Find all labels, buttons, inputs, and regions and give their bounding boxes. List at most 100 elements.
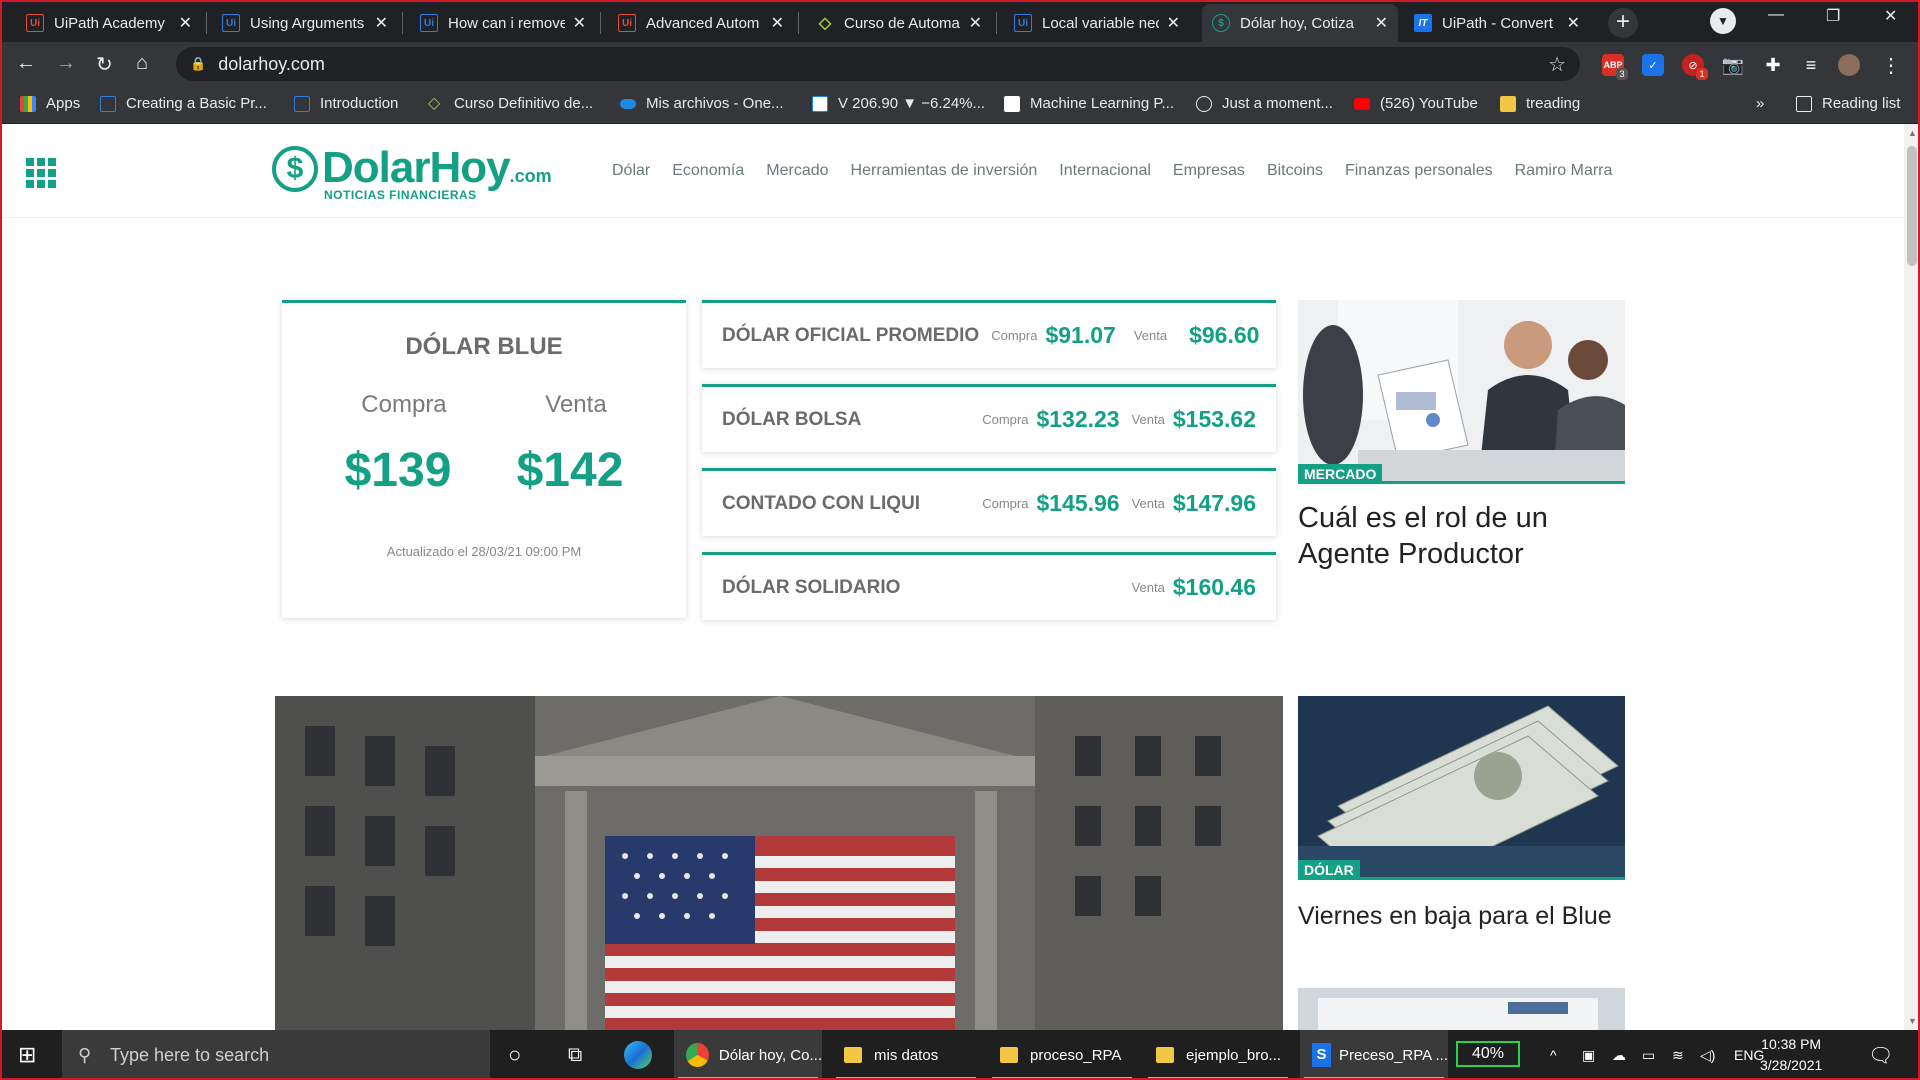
- quote-card-solidario[interactable]: DÓLAR SOLIDARIO Venta $160.46: [702, 552, 1276, 620]
- menu-item-mercado[interactable]: Mercado: [766, 162, 828, 180]
- tab-curso-automatizacion[interactable]: ◇ Curso de Automa ✕: [806, 4, 992, 42]
- uipath-icon: Ui: [618, 14, 636, 32]
- kebab-menu-icon[interactable]: ⋮: [1880, 54, 1902, 77]
- tab-uipath-convert[interactable]: IT UiPath - Convert ✕: [1404, 4, 1590, 42]
- scroll-up-icon[interactable]: ▲: [1908, 128, 1917, 138]
- new-tab-button[interactable]: +: [1608, 8, 1638, 38]
- notifications-icon[interactable]: 🗨: [1868, 1030, 1893, 1080]
- article-image-building[interactable]: [1298, 988, 1625, 1030]
- tab-using-arguments[interactable]: Ui Using Arguments ✕: [212, 4, 398, 42]
- home-icon[interactable]: ⌂: [136, 52, 148, 75]
- wifi-icon[interactable]: ≋: [1672, 1030, 1684, 1080]
- close-icon[interactable]: ✕: [969, 13, 982, 33]
- onedrive-cloud-icon[interactable]: ☁: [1612, 1030, 1626, 1080]
- chevron-up-icon[interactable]: ^: [1550, 1030, 1557, 1080]
- taskbar-search-input[interactable]: ⚲ Type here to search: [62, 1030, 490, 1080]
- bookmark-machine-learning[interactable]: Machine Learning P...: [1004, 95, 1174, 112]
- reading-list-button[interactable]: Reading list: [1796, 95, 1900, 112]
- diamond-icon: ◇: [818, 15, 832, 32]
- restore-button[interactable]: ❐: [1826, 6, 1840, 26]
- bookmark-youtube[interactable]: (526) YouTube: [1354, 95, 1478, 112]
- taskbar-folder-proceso-rpa[interactable]: proceso_RPA: [988, 1030, 1136, 1080]
- menu-item-herramientas[interactable]: Herramientas de inversión: [851, 162, 1038, 180]
- menu-item-empresas[interactable]: Empresas: [1173, 162, 1245, 180]
- taskbar-uipath-studio[interactable]: S Preceso_RPA ...: [1300, 1030, 1448, 1080]
- puzzle-extensions-icon[interactable]: ✚: [1762, 54, 1784, 76]
- bookmark-treading[interactable]: treading: [1500, 95, 1580, 112]
- bookmark-apps[interactable]: Apps: [20, 95, 80, 112]
- media-queue-icon[interactable]: ≡: [1800, 54, 1822, 76]
- category-tag[interactable]: DÓLAR: [1298, 860, 1360, 880]
- bookmarks-overflow-button[interactable]: »: [1756, 95, 1764, 112]
- bookmark-just-a-moment[interactable]: Just a moment...: [1196, 95, 1333, 112]
- address-bar[interactable]: 🔒 dolarhoy.com ☆: [176, 47, 1580, 81]
- bookmark-curso-definitivo[interactable]: ◇ Curso Definitivo de...: [428, 95, 593, 112]
- close-icon[interactable]: ✕: [375, 13, 388, 33]
- camera-icon[interactable]: 📷: [1722, 54, 1744, 76]
- device-icon[interactable]: ▣: [1582, 1030, 1595, 1080]
- bookmark-stock-ticker[interactable]: V 206.90 ▼ −6.24%...: [812, 95, 985, 112]
- bookmark-creating-basic[interactable]: Creating a Basic Pr...: [100, 95, 267, 112]
- task-view-icon[interactable]: ⧉: [568, 1030, 582, 1080]
- quote-card-bolsa[interactable]: DÓLAR BOLSA Compra $132.23 Venta $153.62: [702, 384, 1276, 452]
- tab-local-variable[interactable]: Ui Local variable nec ✕: [1004, 4, 1190, 42]
- tab-how-can-i-remove[interactable]: Ui How can i remove ✕: [410, 4, 596, 42]
- tab-title: How can i remove: [448, 14, 565, 32]
- bookmark-introduction[interactable]: Introduction: [294, 95, 398, 112]
- tab-dolar-hoy[interactable]: $ Dólar hoy, Cotiza ✕: [1202, 4, 1398, 42]
- profile-avatar[interactable]: [1838, 54, 1860, 76]
- scrollbar-thumb[interactable]: [1907, 146, 1917, 266]
- tab-advanced-automation[interactable]: Ui Advanced Autom ✕: [608, 4, 794, 42]
- quote-card-oficial[interactable]: DÓLAR OFICIAL PROMEDIO Compra $91.07 Ven…: [702, 300, 1276, 368]
- close-icon[interactable]: ✕: [573, 13, 586, 33]
- tab-search-button[interactable]: ▼: [1710, 8, 1736, 34]
- article-image-meeting[interactable]: MERCADO: [1298, 300, 1625, 484]
- edge-browser-icon[interactable]: [624, 1030, 652, 1080]
- checkmark-extension-icon[interactable]: ✓: [1642, 54, 1664, 76]
- uipath-icon: [294, 95, 310, 112]
- taskbar-chrome-dolarhoy[interactable]: Dólar hoy, Co...: [674, 1030, 822, 1080]
- battery-icon[interactable]: ▭: [1642, 1030, 1655, 1080]
- close-icon[interactable]: ✕: [1167, 13, 1180, 33]
- tab-uipath-academy[interactable]: Ui UiPath Academy ✕: [16, 4, 202, 42]
- cortana-icon[interactable]: ○: [508, 1030, 521, 1080]
- system-clock[interactable]: 10:38 PM 3/28/2021: [1760, 1034, 1822, 1076]
- menu-item-dolar[interactable]: Dólar: [612, 162, 650, 180]
- close-icon[interactable]: ✕: [1375, 13, 1388, 33]
- taskbar-folder-mis-datos[interactable]: mis datos: [832, 1030, 980, 1080]
- article-title[interactable]: Viernes en baja para el Blue: [1298, 898, 1625, 934]
- menu-item-ramiro-marra[interactable]: Ramiro Marra: [1515, 162, 1613, 180]
- site-logo[interactable]: $ DolarHoy.com NOTICIAS FINANCIERAS: [272, 146, 552, 206]
- minimize-button[interactable]: —: [1768, 6, 1784, 24]
- taskbar-folder-ejemplo[interactable]: ejemplo_bro...: [1144, 1030, 1292, 1080]
- article-card-agente[interactable]: MERCADO Cuál es el rol de un Agente Prod…: [1298, 300, 1625, 572]
- hero-image-nyse[interactable]: [275, 696, 1283, 1030]
- article-card-partial[interactable]: [1298, 988, 1625, 1030]
- quote-card-ccl[interactable]: CONTADO CON LIQUI Compra $145.96 Venta $…: [702, 468, 1276, 536]
- close-icon[interactable]: ✕: [771, 13, 784, 33]
- dolar-blue-card[interactable]: DÓLAR BLUE Compra Venta $139 $142 Actual…: [282, 300, 686, 618]
- menu-item-bitcoins[interactable]: Bitcoins: [1267, 162, 1323, 180]
- forward-arrow-icon[interactable]: →: [56, 52, 76, 75]
- page-scrollbar[interactable]: ▲ ▼: [1904, 124, 1920, 1030]
- close-icon[interactable]: ✕: [1567, 13, 1580, 33]
- close-icon[interactable]: ✕: [179, 13, 192, 33]
- reload-icon[interactable]: ↻: [96, 52, 113, 77]
- menu-item-finanzas[interactable]: Finanzas personales: [1345, 162, 1493, 180]
- battery-indicator[interactable]: 40%: [1456, 1041, 1520, 1067]
- article-title[interactable]: Cuál es el rol de un Agente Productor: [1298, 500, 1625, 572]
- url-text: dolarhoy.com: [218, 53, 325, 74]
- back-arrow-icon[interactable]: ←: [16, 52, 36, 75]
- grid-menu-icon[interactable]: [26, 158, 56, 188]
- article-card-viernes[interactable]: DÓLAR Viernes en baja para el Blue: [1298, 696, 1625, 934]
- volume-icon[interactable]: ◁): [1700, 1030, 1715, 1080]
- close-window-button[interactable]: ✕: [1884, 6, 1897, 26]
- bookmark-mis-archivos[interactable]: Mis archivos - One...: [620, 95, 784, 112]
- menu-item-economia[interactable]: Economía: [672, 162, 744, 180]
- article-image-banknotes[interactable]: DÓLAR: [1298, 696, 1625, 880]
- windows-start-icon[interactable]: ⊞: [18, 1030, 36, 1080]
- bookmark-star-icon[interactable]: ☆: [1548, 52, 1566, 77]
- scroll-down-icon[interactable]: ▼: [1908, 1016, 1917, 1026]
- menu-item-internacional[interactable]: Internacional: [1059, 162, 1151, 180]
- category-tag[interactable]: MERCADO: [1298, 464, 1383, 484]
